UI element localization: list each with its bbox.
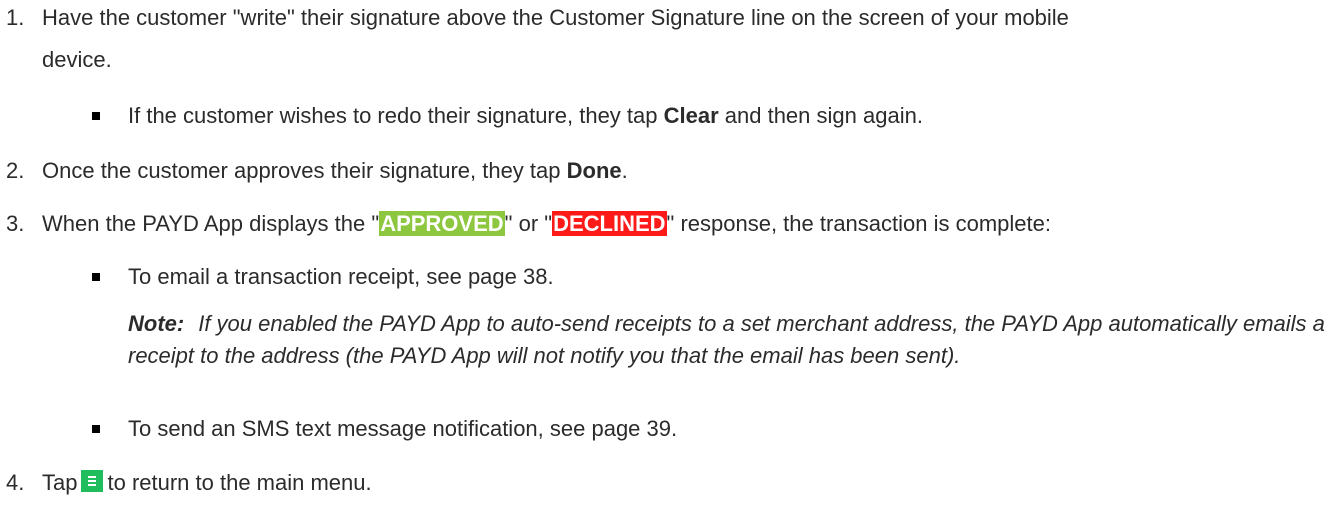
- approved-badge: APPROVED: [379, 211, 505, 236]
- text-segment: .: [621, 158, 628, 183]
- text-segment: When the PAYD App displays the ": [42, 211, 380, 236]
- clear-keyword: Clear: [663, 103, 719, 128]
- step-number: 4.: [6, 470, 25, 495]
- text-segment: and then sign again.: [718, 103, 923, 128]
- text-segment: " response, the transaction is complete:: [666, 211, 1051, 236]
- text-segment: to return to the main menu.: [107, 470, 372, 495]
- note-text: If you enabled the PAYD App to auto-send…: [128, 311, 1325, 368]
- menu-icon: [81, 470, 104, 492]
- text-segment: Once the customer approves their signatu…: [42, 158, 567, 183]
- text-segment: If the customer wishes to redo their sig…: [128, 103, 664, 128]
- step-text: Have the customer "write" their signatur…: [42, 5, 1069, 30]
- bullet-text: If the customer wishes to redo their sig…: [128, 100, 923, 132]
- step-number: 2.: [6, 158, 25, 183]
- step-number: 3.: [6, 211, 25, 236]
- declined-badge: DECLINED: [552, 211, 667, 236]
- step-text: Tap to return to the main menu.: [42, 467, 372, 499]
- step-text: When the PAYD App displays the "APPROVED…: [42, 208, 1051, 240]
- bullet-marker: [92, 112, 100, 120]
- note-block: Note: If you enabled the PAYD App to auto…: [128, 308, 1328, 372]
- text-segment: " or ": [504, 211, 553, 236]
- note-label: Note:: [128, 311, 185, 336]
- step-number: 1.: [6, 5, 25, 30]
- text-segment: Tap: [42, 470, 78, 495]
- done-keyword: Done: [566, 158, 622, 183]
- bullet-marker: [92, 425, 100, 433]
- bullet-text: To email a transaction receipt, see page…: [128, 264, 554, 289]
- step-text: device.: [42, 47, 112, 72]
- bullet-marker: [92, 273, 100, 281]
- bullet-text: To send an SMS text message notification…: [128, 416, 678, 441]
- instruction-document: 1. Have the customer "write" their signa…: [0, 0, 1338, 514]
- step-text: Once the customer approves their signatu…: [42, 155, 628, 187]
